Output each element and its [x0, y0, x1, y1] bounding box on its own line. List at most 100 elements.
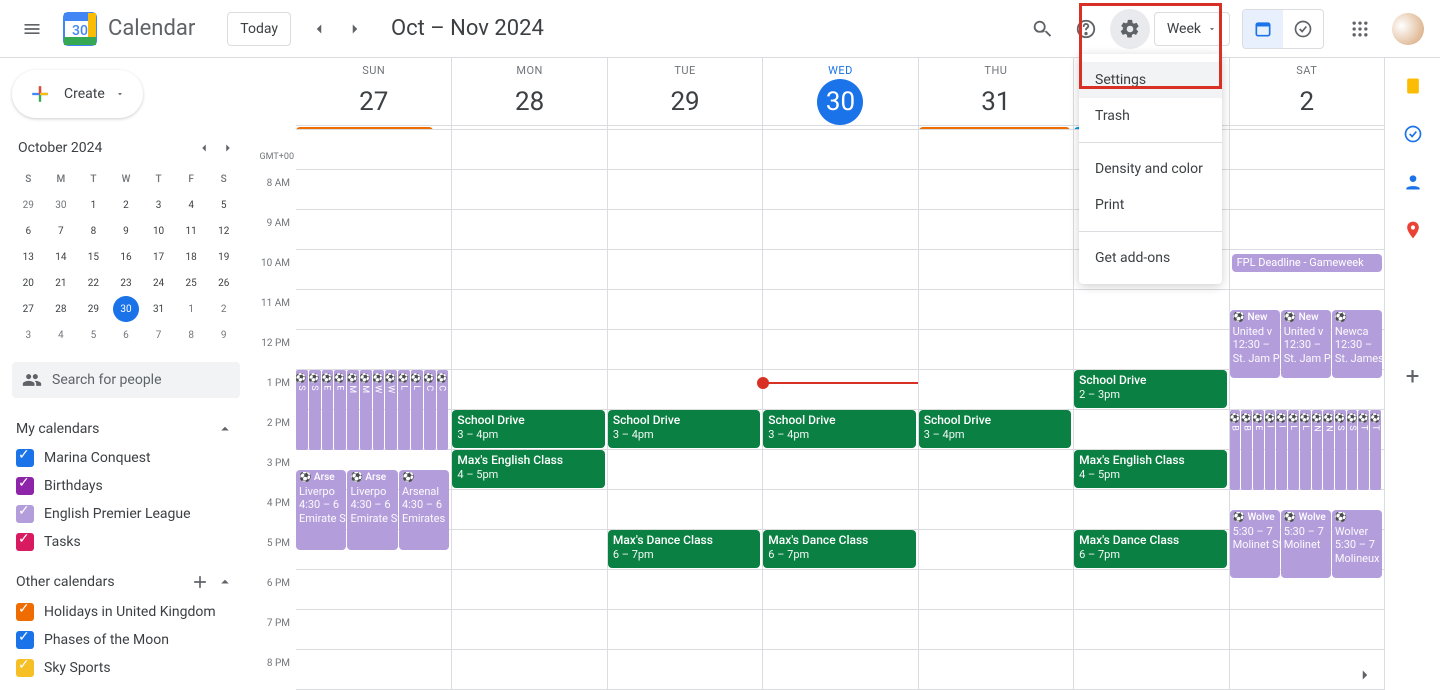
- day-header[interactable]: MON28: [451, 58, 606, 125]
- calendar-item[interactable]: English Premier League: [12, 500, 240, 528]
- calendar-item[interactable]: Tasks: [12, 528, 240, 556]
- day-header[interactable]: TUE29: [607, 58, 762, 125]
- mini-day[interactable]: 20: [15, 270, 41, 296]
- mini-day[interactable]: 28: [48, 296, 74, 322]
- multi-event-strip[interactable]: ⚽ B⚽ B⚽ E⚽ I⚽ I⚽ L⚽ L⚽ N⚽ N⚽ S⚽ S⚽ T⚽ T: [1230, 410, 1382, 490]
- allday-cell[interactable]: [762, 126, 917, 129]
- multi-event-strip[interactable]: ⚽ ArseLiverpo4:30 – 6Emirate Stadium⚽ Ar…: [296, 470, 449, 550]
- mini-day[interactable]: 7: [146, 322, 172, 348]
- add-calendar-icon[interactable]: [190, 572, 210, 592]
- keep-icon[interactable]: [1393, 66, 1433, 106]
- help-button[interactable]: [1066, 9, 1106, 49]
- mini-day[interactable]: 29: [15, 192, 41, 218]
- settings-menu-addons[interactable]: Get add-ons: [1079, 240, 1222, 276]
- search-people-input[interactable]: Search for people: [12, 362, 240, 398]
- mini-day[interactable]: 9: [211, 322, 237, 348]
- mini-day[interactable]: 29: [80, 296, 106, 322]
- mini-day[interactable]: 17: [146, 244, 172, 270]
- mini-day[interactable]: 2: [113, 192, 139, 218]
- allday-cell[interactable]: Halloween: [918, 126, 1073, 129]
- mini-day[interactable]: 31: [146, 296, 172, 322]
- mini-day[interactable]: 6: [113, 322, 139, 348]
- google-apps-button[interactable]: [1340, 9, 1380, 49]
- mini-day[interactable]: 21: [48, 270, 74, 296]
- mini-day[interactable]: 26: [211, 270, 237, 296]
- mini-day[interactable]: 1: [80, 192, 106, 218]
- day-column[interactable]: School Drive3 – 4pmMax's Dance Class6 – …: [762, 130, 917, 690]
- mini-day[interactable]: 18: [178, 244, 204, 270]
- allday-cell[interactable]: Daylight Saving Time en: [296, 126, 451, 129]
- multi-event-strip[interactable]: ⚽ S⚽ S⚽ E⚽ E⚽ M⚽ M⚽ W⚽ W⚽ L⚽ L⚽ C⚽ C: [296, 370, 449, 450]
- mini-day[interactable]: 3: [146, 192, 172, 218]
- multi-event-strip[interactable]: ⚽ Wolve5:30 – 7Molinet Stadium⚽ Wolve5:3…: [1230, 510, 1382, 578]
- calendar-item[interactable]: Marina Conquest: [12, 444, 240, 472]
- mini-day[interactable]: 7: [48, 218, 74, 244]
- settings-gear-button[interactable]: [1110, 9, 1150, 49]
- mini-day[interactable]: 25: [178, 270, 204, 296]
- calendar-checkbox[interactable]: [16, 603, 34, 621]
- mini-day[interactable]: 24: [146, 270, 172, 296]
- today-button[interactable]: Today: [227, 12, 291, 46]
- mini-day[interactable]: 13: [15, 244, 41, 270]
- mini-day[interactable]: 16: [113, 244, 139, 270]
- calendar-view-button[interactable]: [1243, 10, 1283, 48]
- mini-day[interactable]: 9: [113, 218, 139, 244]
- my-calendars-header[interactable]: My calendars: [12, 414, 240, 444]
- calendar-checkbox[interactable]: [16, 505, 34, 523]
- event[interactable]: Max's English Class4 – 5pm: [1074, 450, 1226, 488]
- prev-period-button[interactable]: [303, 13, 335, 45]
- calendar-checkbox[interactable]: [16, 659, 34, 677]
- allday-event[interactable]: FPL Deadline - Gameweek: [1232, 254, 1382, 272]
- calendar-item[interactable]: Sky Sports: [12, 654, 240, 682]
- event[interactable]: School Drive2 – 3pm: [1074, 370, 1226, 408]
- mini-day[interactable]: 5: [211, 192, 237, 218]
- allday-cell[interactable]: [451, 126, 606, 129]
- account-avatar[interactable]: [1392, 13, 1424, 45]
- day-column[interactable]: ⚽ S⚽ S⚽ E⚽ E⚽ M⚽ M⚽ W⚽ W⚽ L⚽ L⚽ C⚽ C ⚽ Ar…: [296, 130, 451, 690]
- event[interactable]: Max's Dance Class6 – 7pm: [1074, 530, 1226, 568]
- settings-menu-print[interactable]: Print: [1079, 187, 1222, 223]
- day-column[interactable]: School Drive3 – 4pmMax's English Class4 …: [451, 130, 606, 690]
- calendar-item[interactable]: Phases of the Moon: [12, 626, 240, 654]
- mini-day[interactable]: 30: [48, 192, 74, 218]
- mini-day[interactable]: 12: [211, 218, 237, 244]
- allday-cell[interactable]: [607, 126, 762, 129]
- tasks-view-button[interactable]: [1283, 10, 1323, 48]
- event[interactable]: Max's Dance Class6 – 7pm: [763, 530, 915, 568]
- mini-day[interactable]: 30: [113, 296, 139, 322]
- mini-day[interactable]: 10: [146, 218, 172, 244]
- mini-day[interactable]: 22: [80, 270, 106, 296]
- mini-next-button[interactable]: [216, 136, 240, 160]
- day-column[interactable]: School Drive3 – 4pm Max's Dance Class6 – …: [607, 130, 762, 690]
- allday-cell[interactable]: [1229, 126, 1384, 129]
- search-button[interactable]: [1022, 9, 1062, 49]
- mini-day[interactable]: 15: [80, 244, 106, 270]
- view-selector[interactable]: Week: [1154, 12, 1230, 46]
- day-header[interactable]: WED30: [762, 58, 917, 125]
- add-side-panel-button[interactable]: +: [1406, 362, 1420, 390]
- day-header[interactable]: SUN27: [296, 58, 451, 125]
- mini-day[interactable]: 5: [80, 322, 106, 348]
- mini-day[interactable]: 1: [178, 296, 204, 322]
- event[interactable]: School Drive3 – 4pm: [919, 410, 1071, 448]
- event[interactable]: Max's Dance Class6 – 7pm: [608, 530, 760, 568]
- allday-event[interactable]: Halloween: [919, 127, 1070, 129]
- calendar-checkbox[interactable]: [16, 631, 34, 649]
- mini-day[interactable]: 4: [178, 192, 204, 218]
- contacts-icon[interactable]: [1393, 162, 1433, 202]
- mini-day[interactable]: 8: [178, 322, 204, 348]
- event[interactable]: School Drive3 – 4pm: [608, 410, 760, 448]
- calendar-checkbox[interactable]: [16, 449, 34, 467]
- event[interactable]: School Drive3 – 4pm: [452, 410, 604, 448]
- day-header[interactable]: THU31: [918, 58, 1073, 125]
- settings-menu-density[interactable]: Density and color: [1079, 151, 1222, 187]
- mini-calendar[interactable]: SMTWTFS293012345678910111213141516171819…: [12, 166, 240, 348]
- mini-prev-button[interactable]: [192, 136, 216, 160]
- mini-day[interactable]: 19: [211, 244, 237, 270]
- settings-menu-settings[interactable]: Settings: [1079, 62, 1222, 98]
- expand-panel-button[interactable]: [1356, 666, 1374, 684]
- calendar-checkbox[interactable]: [16, 477, 34, 495]
- mini-day[interactable]: 27: [15, 296, 41, 322]
- settings-menu-trash[interactable]: Trash: [1079, 98, 1222, 134]
- main-menu-button[interactable]: [8, 5, 56, 53]
